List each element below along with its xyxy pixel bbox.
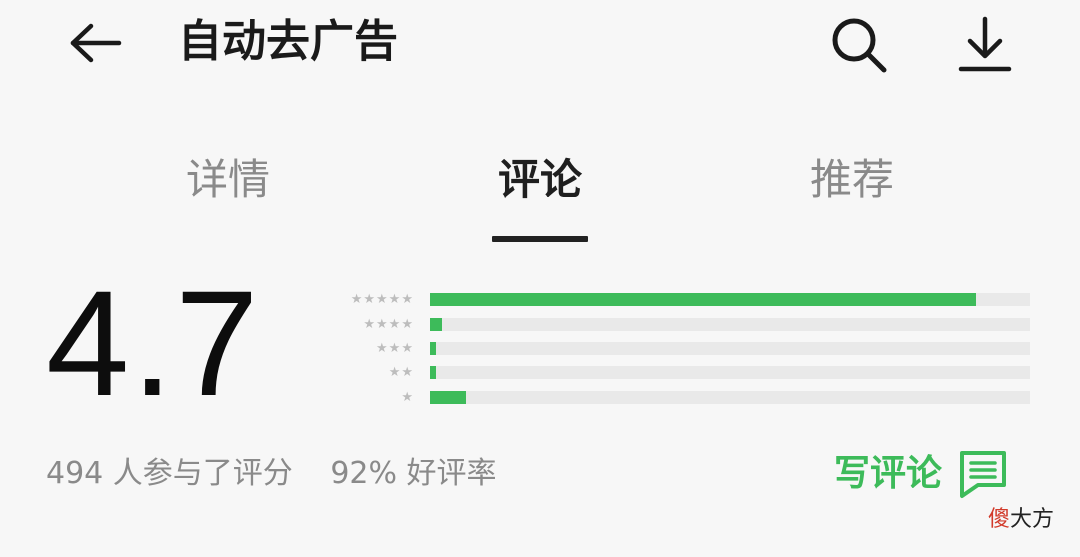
rating-score: 4.7	[46, 259, 261, 427]
tab-reviews[interactable]: 评论	[470, 152, 610, 208]
rating-bar-3-stars: ★★★	[328, 341, 1032, 357]
rating-summary: 494 人参与了评分 92% 好评率	[46, 452, 497, 496]
bar-fill	[430, 342, 436, 355]
star-label: ★	[401, 390, 414, 405]
bar-fill	[430, 318, 442, 331]
watermark: 傻大方	[988, 504, 1054, 536]
bar-fill	[430, 293, 976, 306]
comment-icon	[960, 451, 1007, 498]
search-button[interactable]	[826, 14, 892, 76]
rating-bar-5-stars: ★★★★★	[328, 292, 1032, 308]
bar-track	[430, 342, 1030, 355]
positive-rate: 92% 好评率	[330, 456, 497, 491]
download-icon	[958, 16, 1012, 72]
bar-track	[430, 391, 1030, 404]
back-button[interactable]	[62, 20, 128, 66]
rating-bar-2-stars: ★★	[328, 365, 1032, 381]
bar-fill	[430, 391, 466, 404]
tab-recommend[interactable]: 推荐	[782, 152, 922, 208]
write-review-label: 写评论	[834, 453, 943, 494]
bar-track	[430, 366, 1030, 379]
rating-bar-1-star: ★	[328, 390, 1032, 406]
bar-track	[430, 293, 1030, 306]
watermark-rest: 大方	[1010, 507, 1055, 532]
search-icon	[832, 18, 887, 73]
bar-track	[430, 318, 1030, 331]
star-label: ★★★	[376, 341, 414, 356]
star-label: ★★	[388, 365, 414, 380]
page-title: 自动去广告	[178, 16, 398, 67]
rating-count: 494 人参与了评分	[46, 456, 293, 491]
bar-fill	[430, 366, 436, 379]
active-tab-indicator	[492, 236, 588, 242]
tab-details[interactable]: 详情	[158, 152, 298, 208]
download-button[interactable]	[954, 14, 1016, 76]
star-label: ★★★★★	[350, 292, 414, 307]
watermark-first-char: 傻	[988, 507, 1011, 532]
star-label: ★★★★	[363, 317, 414, 332]
arrow-left-icon	[70, 23, 122, 63]
rating-bar-4-stars: ★★★★	[328, 317, 1032, 333]
write-review-button[interactable]: 写评论	[834, 446, 1008, 502]
